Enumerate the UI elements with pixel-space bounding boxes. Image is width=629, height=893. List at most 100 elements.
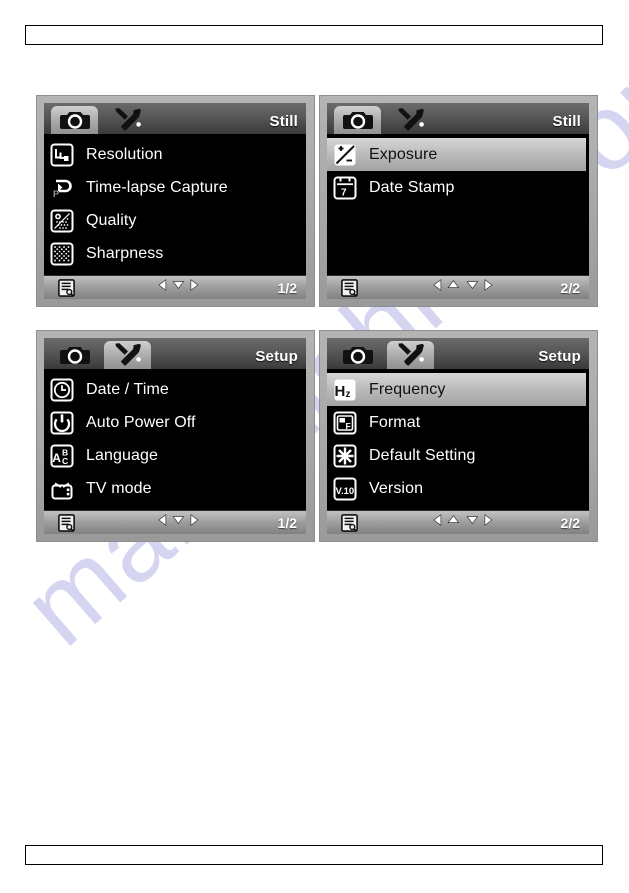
page-footer-bar xyxy=(25,845,603,865)
menu-list-icon[interactable] xyxy=(58,513,75,532)
menu-item-time-lapse-capture[interactable]: P Time-lapse Capture xyxy=(44,171,306,204)
menu-item-version[interactable]: V.10 Version xyxy=(327,472,589,505)
menu-item-resolution[interactable]: Resolution xyxy=(44,138,306,171)
nav-arrow-right[interactable] xyxy=(483,513,493,532)
svg-text:7: 7 xyxy=(341,187,347,198)
menu-list-icon[interactable] xyxy=(341,278,358,297)
menu-item-tv-mode[interactable]: TV mode xyxy=(44,472,306,505)
lcd-screen-still-page-1: Still Resolution P Time-lapse Capture Qualit… xyxy=(37,96,314,306)
page-indicator: 1/2 xyxy=(277,514,297,531)
nav-arrow-right[interactable] xyxy=(483,278,493,297)
nav-arrow-down[interactable] xyxy=(464,513,480,532)
menu-item-label: Time-lapse Capture xyxy=(86,178,228,196)
setup-tab[interactable] xyxy=(387,341,434,369)
date-stamp-icon: 7 xyxy=(333,176,357,200)
status-bar: 2/2 xyxy=(327,510,589,534)
nav-arrows xyxy=(157,513,199,532)
camera-tab[interactable] xyxy=(334,106,381,134)
nav-arrow-right[interactable] xyxy=(189,278,199,297)
nav-arrow-left[interactable] xyxy=(432,278,442,297)
camera-icon xyxy=(342,344,373,366)
tab-bar: Setup xyxy=(44,338,306,369)
menu-item-label: Language xyxy=(86,446,158,464)
page-indicator: 2/2 xyxy=(560,514,580,531)
tab-bar: Still xyxy=(327,103,589,134)
camera-icon xyxy=(342,109,373,131)
nav-arrow-down[interactable] xyxy=(170,513,186,532)
menu-item-label: Auto Power Off xyxy=(86,413,196,431)
svg-text:C: C xyxy=(62,456,68,466)
mode-label: Still xyxy=(269,113,298,130)
menu-item-label: Format xyxy=(369,413,421,431)
menu-item-quality[interactable]: Quality xyxy=(44,204,306,237)
sharpness-icon xyxy=(50,242,74,266)
power-icon xyxy=(50,411,74,435)
camera-tab[interactable] xyxy=(51,106,98,134)
menu-item-date-stamp[interactable]: 7 Date Stamp xyxy=(327,171,589,204)
menu-list: Exposure 7 Date Stamp xyxy=(327,134,589,275)
mode-label: Setup xyxy=(255,348,298,365)
nav-arrow-left[interactable] xyxy=(432,513,442,532)
page-header-bar xyxy=(25,25,603,45)
menu-item-label: Version xyxy=(369,479,424,497)
nav-arrows xyxy=(432,278,493,297)
page-indicator: 2/2 xyxy=(560,279,580,296)
tab-bar: Still xyxy=(44,103,306,134)
menu-item-date-time[interactable]: Date / Time xyxy=(44,373,306,406)
setup-tab[interactable] xyxy=(104,341,151,369)
menu-list-icon[interactable] xyxy=(58,278,75,297)
nav-arrow-up[interactable] xyxy=(445,278,461,297)
menu-item-label: Date Stamp xyxy=(369,178,455,196)
lcd-screen-still-page-2: Still Exposure 7 Date Stamp 2/2 xyxy=(320,96,597,306)
tv-icon xyxy=(50,477,74,501)
menu-item-label: Exposure xyxy=(369,145,438,163)
hz-icon: Hz xyxy=(333,378,357,402)
version-icon: V.10 xyxy=(333,477,357,501)
menu-item-label: Resolution xyxy=(86,145,163,163)
snowflake-icon xyxy=(333,444,357,468)
menu-item-label: Date / Time xyxy=(86,380,169,398)
status-bar: 2/2 xyxy=(327,275,589,299)
nav-arrow-down[interactable] xyxy=(464,278,480,297)
mode-label: Setup xyxy=(538,348,581,365)
page-indicator: 1/2 xyxy=(277,279,297,296)
camera-tab[interactable] xyxy=(334,341,381,369)
nav-arrows xyxy=(157,278,199,297)
menu-item-default-setting[interactable]: Default Setting xyxy=(327,439,589,472)
menu-list-icon[interactable] xyxy=(341,513,358,532)
mode-label: Still xyxy=(552,113,581,130)
nav-arrow-down[interactable] xyxy=(170,278,186,297)
setup-tab[interactable] xyxy=(104,106,151,134)
lcd-display: Setup Hz Frequency F Format Default Setting V.… xyxy=(327,338,589,534)
exposure-icon xyxy=(333,143,357,167)
nav-arrow-left[interactable] xyxy=(157,278,167,297)
screenshot-grid: Still Resolution P Time-lapse Capture Qualit… xyxy=(0,0,629,893)
menu-item-label: TV mode xyxy=(86,479,152,497)
menu-item-exposure[interactable]: Exposure xyxy=(327,138,586,171)
nav-arrows xyxy=(432,513,493,532)
menu-item-format[interactable]: F Format xyxy=(327,406,589,439)
svg-text:F: F xyxy=(346,421,351,431)
tools-icon xyxy=(113,343,143,367)
menu-list: Hz Frequency F Format Default Setting V.10 Ver… xyxy=(327,369,589,510)
menu-item-frequency[interactable]: Hz Frequency xyxy=(327,373,586,406)
nav-arrow-right[interactable] xyxy=(189,513,199,532)
menu-item-language[interactable]: A B C Language xyxy=(44,439,306,472)
lcd-display: Still Exposure 7 Date Stamp 2/2 xyxy=(327,103,589,299)
resolution-icon xyxy=(50,143,74,167)
setup-tab[interactable] xyxy=(387,106,434,134)
menu-item-auto-power-off[interactable]: Auto Power Off xyxy=(44,406,306,439)
menu-item-label: Default Setting xyxy=(369,446,476,464)
nav-arrow-left[interactable] xyxy=(157,513,167,532)
menu-item-sharpness[interactable]: Sharpness xyxy=(44,237,306,270)
camera-icon xyxy=(59,344,90,366)
camera-tab[interactable] xyxy=(51,341,98,369)
svg-text:V.10: V.10 xyxy=(336,486,355,497)
tab-bar: Setup xyxy=(327,338,589,369)
format-icon: F xyxy=(333,411,357,435)
nav-arrow-up[interactable] xyxy=(445,513,461,532)
menu-item-label: Sharpness xyxy=(86,244,164,262)
svg-text:z: z xyxy=(346,389,351,400)
tools-icon xyxy=(396,343,426,367)
menu-list: Resolution P Time-lapse Capture Quality Shar… xyxy=(44,134,306,275)
